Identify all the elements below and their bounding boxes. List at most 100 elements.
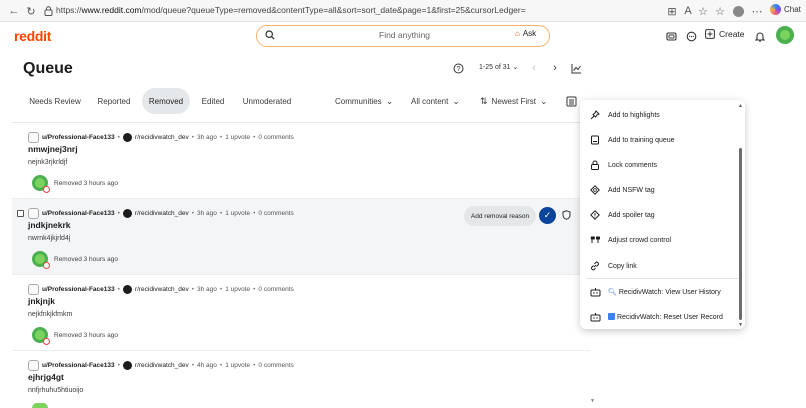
post-upvotes: 1 upvote: [225, 133, 251, 141]
menu-item-lock-comments[interactable]: Lock comments: [580, 154, 738, 176]
next-page-icon[interactable]: ›: [549, 62, 561, 74]
search-input[interactable]: Find anything ⌂ Ask: [256, 25, 550, 47]
insights-icon[interactable]: [570, 62, 582, 74]
sort-icon: ⇅: [480, 96, 488, 106]
menu-item-label: Adjust crowd control: [608, 236, 672, 244]
sort-label: Newest First: [491, 97, 536, 106]
chat-icon[interactable]: [684, 29, 698, 43]
post-title[interactable]: ejhrjg4gt: [28, 372, 64, 382]
menu-item-add-nsfw-tag[interactable]: Add NSFW tag: [580, 179, 738, 201]
tab-edited[interactable]: Edited: [193, 88, 233, 114]
pagination-count: 1-25 of 31 ⌄: [479, 64, 519, 71]
tab-removed[interactable]: Removed: [142, 88, 190, 114]
notifications-icon[interactable]: [753, 29, 767, 43]
content-filter[interactable]: All content ⌄: [411, 96, 460, 107]
read-aloud-icon[interactable]: A: [681, 4, 695, 18]
post-title[interactable]: jndkjnekrk: [28, 220, 71, 230]
chevron-down-icon: ⌄: [385, 96, 394, 106]
sort-filter[interactable]: ⇅ Newest First ⌄: [480, 96, 548, 107]
subreddit-icon: [122, 208, 132, 218]
chat-label: Chat: [784, 5, 801, 14]
back-icon[interactable]: ←: [7, 4, 21, 18]
list-item[interactable]: u/Professional-Face133 • r/recidivwatch_…: [12, 123, 590, 199]
mod-avatar: [32, 175, 50, 193]
profile-icon[interactable]: [731, 4, 745, 18]
post-meta: u/Professional-Face133 • r/recidivwatch_…: [28, 207, 294, 219]
removed-badge-icon: [43, 338, 50, 345]
add-removal-reason-button[interactable]: Add removal reason: [464, 206, 536, 226]
favorite-icon[interactable]: ☆: [696, 4, 710, 18]
post-comments: 0 comments: [258, 133, 294, 141]
prev-page-icon[interactable]: ‹: [528, 62, 540, 74]
scroll-up-icon[interactable]: ▲: [738, 103, 743, 109]
shield-icon[interactable]: [559, 208, 573, 222]
copilot-chat-button[interactable]: Chat: [770, 4, 801, 15]
more-icon[interactable]: ⋯: [750, 4, 764, 18]
post-author[interactable]: u/Professional-Face133: [42, 134, 115, 141]
removed-badge-icon: [43, 262, 50, 269]
help-icon[interactable]: ?: [452, 62, 464, 74]
avatar[interactable]: [776, 26, 794, 44]
view-options-icon[interactable]: [566, 96, 577, 107]
removed-status: Removed 3 hours ago: [32, 175, 118, 193]
menu-item-label: Add spoiler tag: [608, 211, 655, 219]
tab-needs-review[interactable]: Needs Review: [23, 88, 87, 114]
select-checkbox[interactable]: [17, 210, 24, 217]
menu-item-copy-link[interactable]: Copy link: [580, 255, 738, 277]
post-author[interactable]: u/Professional-Face133: [42, 362, 115, 369]
tab-reported[interactable]: Reported: [90, 88, 138, 114]
reddit-logo[interactable]: reddit: [14, 28, 51, 44]
post-title[interactable]: jnkjnjk: [28, 296, 55, 306]
ask-label: Ask: [522, 29, 537, 38]
post-upvotes: 1 upvote: [225, 285, 251, 293]
removed-status: Removed 3 hours ago: [32, 327, 118, 345]
menu-item-add-to-training-queue[interactable]: Add to training queue: [580, 129, 738, 151]
post-title[interactable]: nmwjnej3nrj: [28, 144, 78, 154]
ask-button[interactable]: ⌂ Ask: [515, 29, 536, 38]
menu-scrollbar[interactable]: [739, 148, 742, 320]
subreddit-icon: [122, 284, 132, 294]
post-subreddit[interactable]: r/recidivwatch_dev: [135, 362, 189, 369]
scroll-down-icon[interactable]: ▼: [738, 322, 743, 328]
user-avatar-icon: [28, 207, 39, 219]
page-scroll-down-icon[interactable]: ▼: [590, 398, 595, 404]
translate-icon[interactable]: ⊞: [665, 4, 679, 18]
post-comments: 0 comments: [258, 209, 294, 217]
menu-item-label: 🔍︎ RecidivWatch: View User History: [608, 289, 721, 296]
approve-button[interactable]: ✓: [539, 207, 556, 224]
mod-tools-icon[interactable]: [664, 29, 678, 43]
ask-icon: ⌂: [515, 29, 520, 38]
menu-item-add-spoiler-tag[interactable]: Add spoiler tag: [580, 204, 738, 226]
post-subreddit[interactable]: r/recidivwatch_dev: [135, 134, 189, 141]
page-title: Queue: [23, 60, 73, 77]
post-time: 3h ago: [197, 285, 217, 293]
magnifier-icon: 🔍︎: [608, 289, 617, 296]
menu-item-add-to-highlights[interactable]: Add to highlights: [580, 104, 738, 126]
post-upvotes: 1 upvote: [225, 361, 251, 369]
communities-filter[interactable]: Communities ⌄: [335, 96, 393, 107]
favorites-bar-icon[interactable]: ☆: [713, 4, 727, 18]
chevron-down-icon: ⌄: [452, 96, 460, 106]
post-author[interactable]: u/Professional-Face133: [42, 286, 115, 293]
menu-item-label: Add to highlights: [608, 111, 660, 119]
removed-label: Removed 3 hours ago: [54, 179, 118, 187]
lock-icon[interactable]: [41, 4, 55, 18]
list-item[interactable]: u/Professional-Face133 • r/recidivwatch_…: [12, 275, 590, 351]
chevron-down-icon[interactable]: ⌄: [512, 64, 518, 71]
link-icon: [589, 260, 601, 272]
post-upvotes: 1 upvote: [225, 209, 251, 217]
create-button[interactable]: Create: [705, 29, 745, 39]
tab-unmoderated[interactable]: Unmoderated: [236, 88, 298, 114]
chevron-down-icon: ⌄: [540, 96, 548, 106]
menu-item-adjust-crowd-control[interactable]: Adjust crowd control: [580, 229, 738, 251]
menu-item-view-user-history[interactable]: 🔍︎ RecidivWatch: View User History: [580, 281, 738, 303]
post-actions-menu: Add to highlights Add to training queue …: [580, 100, 745, 329]
list-item[interactable]: u/Professional-Face133 • r/recidivwatch_…: [12, 351, 590, 408]
menu-item-label: Add to training queue: [608, 136, 675, 144]
post-author[interactable]: u/Professional-Face133: [42, 210, 115, 217]
menu-item-reset-user-record[interactable]: RecidivWatch: Reset User Record: [580, 306, 738, 328]
post-subreddit[interactable]: r/recidivwatch_dev: [135, 210, 189, 217]
post-subreddit[interactable]: r/recidivwatch_dev: [135, 286, 189, 293]
address-bar[interactable]: https://www.reddit.com/mod/queue?queueTy…: [56, 5, 526, 15]
refresh-icon[interactable]: ↻: [24, 4, 38, 18]
